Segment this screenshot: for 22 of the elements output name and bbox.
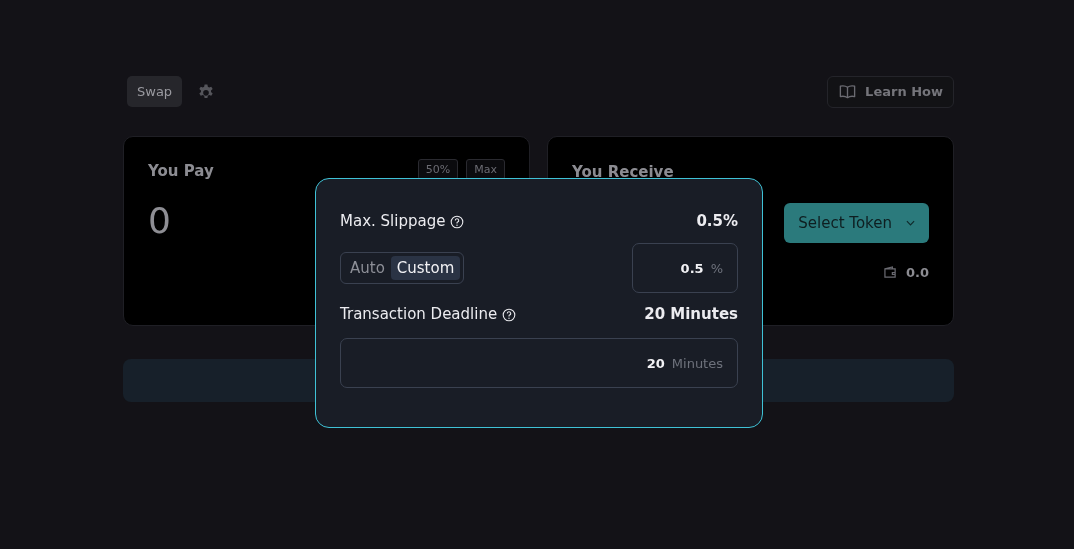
- mode-option[interactable]: Auto: [344, 256, 391, 280]
- book-icon: [838, 82, 858, 101]
- chevron-down-icon: [906, 220, 915, 226]
- receive-title: You Receive: [572, 163, 674, 181]
- select-token-button[interactable]: Select Token: [784, 203, 929, 243]
- help-icon[interactable]: [502, 307, 517, 322]
- wallet-icon: [882, 266, 898, 279]
- swap-tab[interactable]: Swap: [127, 76, 183, 107]
- pay-title: You Pay: [148, 162, 214, 180]
- amount-preset-button[interactable]: Max: [466, 158, 505, 180]
- deadline-input[interactable]: 20 Minutes: [340, 338, 738, 388]
- slippage-input[interactable]: 0.5 %: [632, 243, 738, 293]
- deadline-label: Transaction Deadline: [340, 305, 498, 323]
- learn-how-button[interactable]: Learn How: [827, 75, 954, 108]
- mode-option[interactable]: Custom: [390, 256, 461, 280]
- balance-value: 0.0: [905, 265, 929, 280]
- amount-preset-button[interactable]: 50%: [417, 158, 459, 180]
- deadline-value: 20 Minutes: [644, 305, 738, 323]
- pay-amount-field[interactable]: 0: [148, 200, 171, 241]
- help-icon[interactable]: [450, 214, 465, 229]
- slippage-value: 0.5%: [696, 212, 738, 230]
- slippage-label: Max. Slippage: [340, 212, 446, 230]
